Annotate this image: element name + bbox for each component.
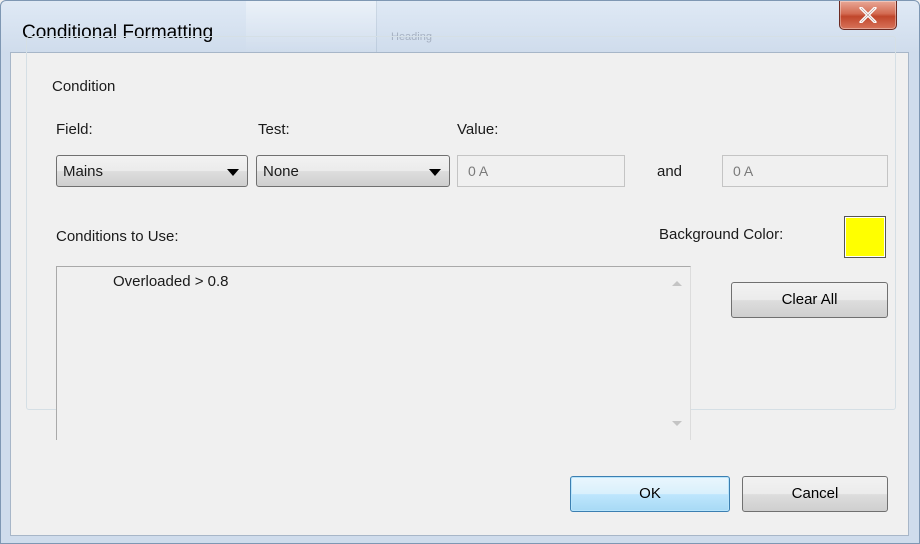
- value-field[interactable]: 0 A: [457, 155, 625, 187]
- scroll-up-arrow-icon[interactable]: [672, 281, 682, 286]
- cancel-button[interactable]: Cancel: [742, 476, 888, 512]
- test-selected-value: None: [263, 163, 299, 180]
- condition-group-label: Condition: [48, 78, 120, 95]
- background-color-swatch[interactable]: [844, 216, 886, 258]
- ok-button[interactable]: OK: [570, 476, 730, 512]
- vertical-scrollbar[interactable]: [662, 267, 690, 439]
- value-label: Value:: [457, 121, 499, 138]
- second-value-field-text: 0 A: [733, 163, 754, 179]
- test-label: Test:: [258, 121, 290, 138]
- value-field-text: 0 A: [468, 163, 489, 179]
- test-dropdown[interactable]: None: [256, 155, 450, 187]
- background-color-label: Background Color:: [659, 226, 784, 243]
- second-value-field[interactable]: 0 A: [722, 155, 888, 187]
- field-dropdown[interactable]: Mains: [56, 155, 248, 187]
- field-label: Field:: [56, 121, 93, 138]
- conditions-list[interactable]: Overloaded > 0.8: [56, 266, 691, 440]
- list-item[interactable]: Overloaded > 0.8: [113, 273, 229, 290]
- scroll-down-arrow-icon[interactable]: [672, 421, 682, 426]
- field-selected-value: Mains: [63, 163, 104, 180]
- clear-all-button[interactable]: Clear All: [731, 282, 888, 318]
- close-icon: [859, 7, 877, 23]
- chevron-down-icon: [227, 169, 239, 176]
- and-label: and: [657, 163, 683, 180]
- chevron-down-icon: [429, 169, 441, 176]
- close-button[interactable]: [839, 1, 897, 30]
- conditions-to-use-label: Conditions to Use:: [56, 228, 179, 245]
